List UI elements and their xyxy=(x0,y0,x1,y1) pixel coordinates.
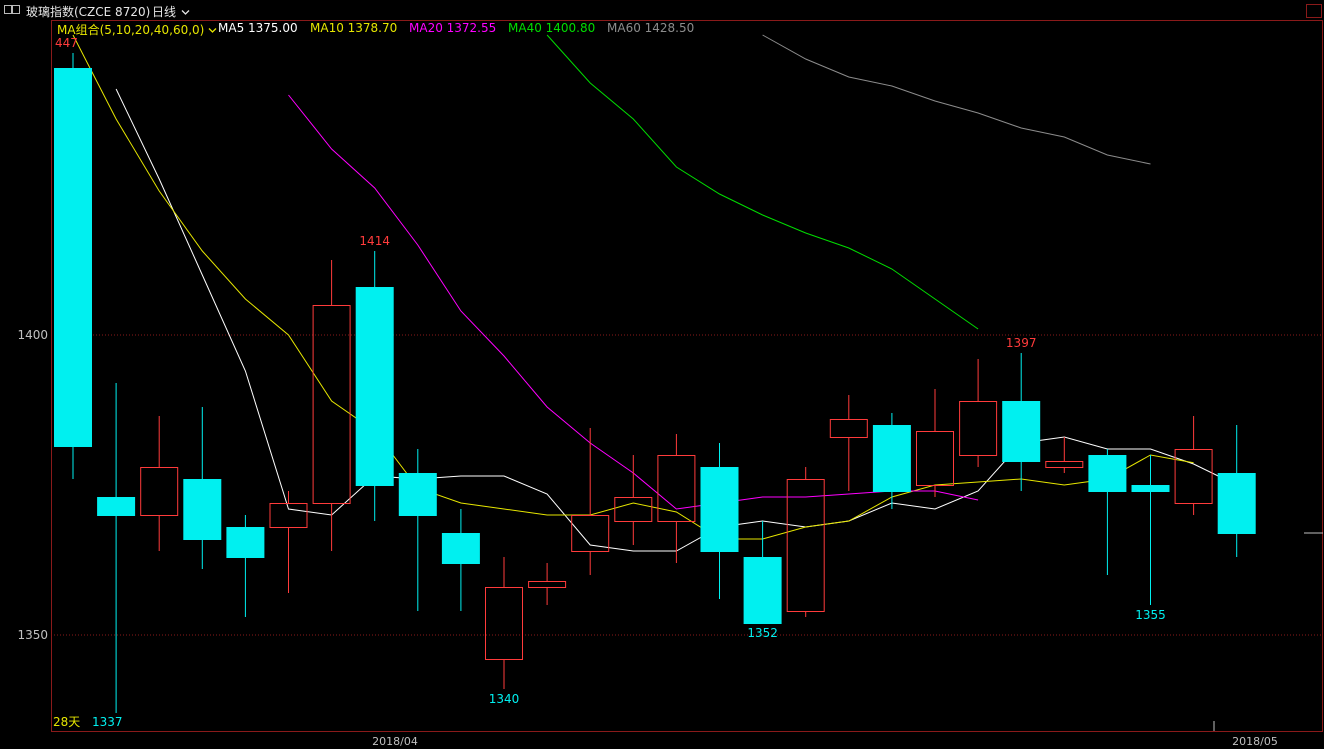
y-tick-label: 1400 xyxy=(17,328,48,342)
candle-down[interactable] xyxy=(1217,473,1256,534)
ma5-line xyxy=(115,88,1237,552)
candle-up[interactable] xyxy=(485,587,523,660)
ma60-line xyxy=(762,34,1151,165)
candle-down[interactable] xyxy=(1002,401,1041,462)
candle-up[interactable] xyxy=(786,479,825,612)
price-extreme-label: 1352 xyxy=(747,626,778,640)
candle-down[interactable] xyxy=(1131,485,1170,492)
candle-up[interactable] xyxy=(959,401,998,456)
candle-down[interactable] xyxy=(97,497,136,516)
candle-up[interactable] xyxy=(140,467,179,516)
candle-up[interactable] xyxy=(829,419,868,438)
candle-down[interactable] xyxy=(398,473,437,516)
price-extreme-label: 1355 xyxy=(1135,608,1166,622)
candle-up[interactable] xyxy=(269,503,308,528)
ma40-line xyxy=(546,34,979,330)
candle-down[interactable] xyxy=(226,527,265,558)
price-extreme-label: 1414 xyxy=(359,234,390,248)
x-tick-label: 2018/04 xyxy=(372,735,418,748)
candle-down[interactable] xyxy=(1088,455,1127,492)
candle-down[interactable] xyxy=(743,557,782,624)
price-extreme-label: 447 xyxy=(55,36,78,50)
candle-down[interactable] xyxy=(54,68,92,447)
candle-up[interactable] xyxy=(1174,449,1213,504)
candle-up[interactable] xyxy=(916,431,954,486)
price-extreme-label: 1337 xyxy=(92,715,123,729)
y-tick-label: 1350 xyxy=(17,628,48,642)
candle-down[interactable] xyxy=(355,287,394,486)
plot-frame xyxy=(51,20,1323,732)
candle-down[interactable] xyxy=(183,479,222,540)
candle-up[interactable] xyxy=(1045,461,1084,468)
candle-down[interactable] xyxy=(700,467,739,552)
candle-up[interactable] xyxy=(614,497,653,522)
candlestick-chart[interactable]: 447 1337 1414 1340 1352 1397 1355 1400 1350 2018… xyxy=(0,0,1324,749)
candle-up[interactable] xyxy=(571,515,610,552)
price-extreme-label: 1340 xyxy=(489,692,520,706)
candle-up[interactable] xyxy=(528,581,567,588)
x-tick-label: 2018/05 xyxy=(1232,735,1278,748)
candle-down[interactable] xyxy=(441,533,480,564)
candle-down[interactable] xyxy=(872,425,911,492)
price-extreme-label: 1397 xyxy=(1006,336,1037,350)
days-count-label: 28天 xyxy=(53,715,80,729)
